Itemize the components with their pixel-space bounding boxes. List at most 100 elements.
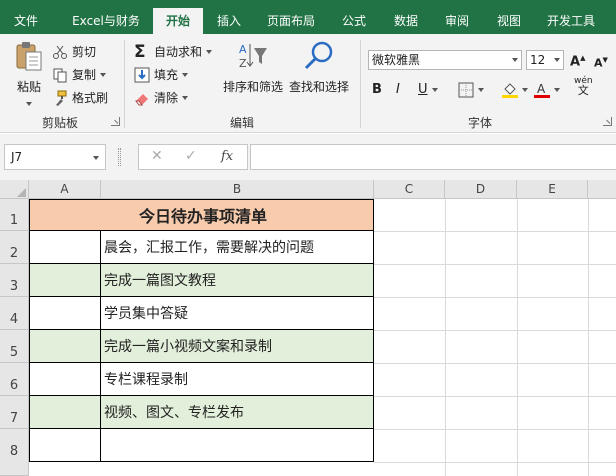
- find-select-label: 查找和选择: [288, 80, 349, 94]
- cut-label: 剪切: [72, 45, 97, 59]
- fill-dropdown-icon[interactable]: [182, 73, 189, 77]
- formula-input[interactable]: [250, 144, 616, 170]
- font-color-dropdown-icon[interactable]: [554, 88, 560, 92]
- paste-label: 粘贴: [16, 80, 41, 94]
- group-divider: [124, 40, 125, 128]
- tab-excel-finance[interactable]: Excel与财务: [62, 0, 150, 34]
- task-cell[interactable]: 学员集中答疑: [100, 297, 374, 330]
- row-header-7[interactable]: 7: [0, 396, 29, 429]
- formula-controls: ✕ ✓ fx: [138, 144, 248, 170]
- magnifier-icon: [303, 40, 335, 72]
- task-cell[interactable]: 晨会，汇报工作，需要解决的问题: [100, 231, 374, 264]
- row-header-8[interactable]: 8: [0, 429, 29, 476]
- clear-button[interactable]: 清除: [134, 88, 189, 108]
- column-header-b[interactable]: B: [101, 180, 374, 199]
- increase-font-button[interactable]: A▲: [570, 50, 585, 70]
- row-header-4[interactable]: 4: [0, 297, 29, 330]
- fx-icon[interactable]: fx: [221, 149, 233, 164]
- fill-color-button[interactable]: [502, 80, 528, 100]
- tab-page-layout[interactable]: 页面布局: [259, 0, 323, 34]
- eraser-icon: [134, 90, 150, 106]
- tab-formulas[interactable]: 公式: [332, 0, 376, 34]
- font-launcher-icon[interactable]: [603, 117, 612, 126]
- tab-data[interactable]: 数据: [384, 0, 428, 34]
- cancel-icon[interactable]: ✕: [151, 148, 163, 164]
- chevron-down-icon: [554, 58, 560, 62]
- name-box[interactable]: J7: [4, 144, 106, 170]
- underline-button[interactable]: U: [418, 80, 438, 100]
- tab-insert[interactable]: 插入: [207, 0, 251, 34]
- tab-home[interactable]: 开始: [153, 8, 203, 34]
- autosum-button[interactable]: Σ 自动求和: [134, 42, 213, 62]
- task-cell[interactable]: 完成一篇小视频文案和录制: [100, 330, 374, 363]
- table-cell-a6[interactable]: [29, 363, 101, 396]
- gridline: [517, 199, 518, 476]
- fill-button[interactable]: 填充: [134, 65, 189, 85]
- table-cell-a3[interactable]: [29, 264, 101, 297]
- phonetic-button[interactable]: wén 文: [574, 76, 593, 96]
- font-name-select[interactable]: 微软雅黑: [368, 50, 522, 70]
- splitter-handle[interactable]: [118, 148, 121, 166]
- check-icon[interactable]: ✓: [185, 148, 197, 164]
- row-header-2[interactable]: 2: [0, 231, 29, 264]
- column-header-d[interactable]: D: [445, 180, 517, 199]
- table-cell-a5[interactable]: [29, 330, 101, 363]
- column-header-e[interactable]: E: [517, 180, 588, 199]
- copy-dropdown-icon[interactable]: [100, 73, 107, 77]
- gridline: [374, 429, 616, 430]
- fill-color-dropdown-icon[interactable]: [522, 88, 528, 92]
- title-cell[interactable]: 今日待办事项清单: [29, 199, 374, 231]
- column-header-c[interactable]: C: [374, 180, 445, 199]
- gridline: [374, 363, 616, 364]
- column-header-f[interactable]: [588, 180, 616, 199]
- fill-label: 填充: [154, 68, 179, 82]
- phonetic-icon: 文: [577, 84, 589, 97]
- tab-review[interactable]: 审阅: [435, 0, 479, 34]
- gridline: [374, 264, 616, 265]
- font-size-select[interactable]: 12: [526, 50, 564, 70]
- task-cell[interactable]: 完成一篇图文教程: [100, 264, 374, 297]
- select-all-icon[interactable]: [0, 180, 29, 199]
- row-header-1[interactable]: 1: [0, 199, 29, 231]
- italic-button[interactable]: I: [396, 80, 400, 100]
- row-header-5[interactable]: 5: [0, 330, 29, 363]
- table-cell-a4[interactable]: [29, 297, 101, 330]
- tab-file[interactable]: 文件: [4, 0, 48, 34]
- task-cell[interactable]: [100, 429, 374, 462]
- autosum-dropdown-icon[interactable]: [206, 50, 213, 54]
- table-cell-a8[interactable]: [29, 429, 101, 462]
- task-cell[interactable]: 视频、图文、专栏发布: [100, 396, 374, 429]
- svg-text:A: A: [537, 82, 546, 96]
- clear-dropdown-icon[interactable]: [182, 96, 189, 100]
- tab-developer[interactable]: 开发工具: [538, 0, 604, 34]
- format-painter-button[interactable]: 格式刷: [52, 88, 108, 108]
- fill-down-icon: [134, 67, 150, 83]
- clipboard-launcher-icon[interactable]: [111, 117, 120, 126]
- row-header-3[interactable]: 3: [0, 264, 29, 297]
- paint-bucket-icon: [502, 82, 518, 98]
- borders-button[interactable]: [458, 80, 484, 100]
- table-cell-a7[interactable]: [29, 396, 101, 429]
- font-color-button[interactable]: A: [534, 80, 560, 100]
- row-header-6[interactable]: 6: [0, 363, 29, 396]
- find-select-button[interactable]: 查找和选择: [286, 40, 352, 95]
- paste-button[interactable]: 粘贴: [10, 40, 48, 109]
- chevron-down-icon: [512, 58, 518, 62]
- paintbrush-icon: [52, 90, 68, 106]
- tab-view[interactable]: 视图: [487, 0, 531, 34]
- decrease-font-button[interactable]: A▼: [594, 52, 608, 72]
- borders-dropdown-icon[interactable]: [478, 88, 484, 92]
- font-size-value: 12: [530, 53, 546, 67]
- gridline: [374, 462, 616, 463]
- borders-icon: [458, 82, 474, 98]
- paste-dropdown-icon[interactable]: [26, 102, 32, 106]
- sort-filter-button[interactable]: AZ 排序和筛选: [222, 40, 284, 95]
- underline-dropdown-icon[interactable]: [431, 88, 438, 92]
- cut-button[interactable]: 剪切: [52, 42, 96, 62]
- svg-text:A: A: [239, 43, 247, 56]
- bold-button[interactable]: B: [372, 80, 382, 100]
- table-cell-a2[interactable]: [29, 231, 101, 264]
- column-header-a[interactable]: A: [29, 180, 101, 199]
- task-cell[interactable]: 专栏课程录制: [100, 363, 374, 396]
- copy-button[interactable]: 复制: [52, 65, 107, 85]
